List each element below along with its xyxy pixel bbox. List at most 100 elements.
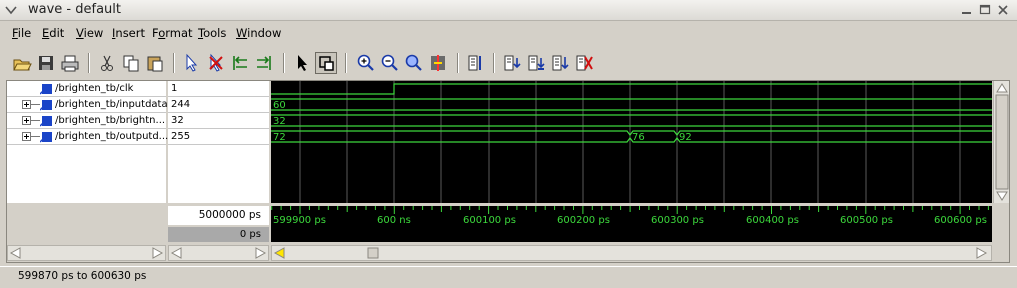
signal-value: 32	[168, 113, 269, 129]
brightness-wave	[271, 114, 992, 127]
menu-file[interactable]: File	[12, 26, 31, 40]
names-hscrollbar[interactable]	[7, 245, 166, 261]
cursor-time: 0 ps	[168, 227, 269, 242]
toolbar-separator	[345, 53, 347, 73]
paste-icon[interactable]	[144, 52, 166, 74]
values-hscrollbar[interactable]	[168, 245, 269, 261]
zoom-in-icon[interactable]	[355, 52, 377, 74]
signal-icon	[40, 116, 52, 127]
delete-cursor-icon[interactable]	[573, 52, 595, 74]
toolbar	[0, 48, 1017, 78]
status-bar: 599870 ps to 600630 ps	[0, 266, 1017, 288]
maximize-icon[interactable]	[978, 3, 992, 17]
now-time: 5000000 ps	[168, 206, 269, 225]
inputdata-wave	[271, 98, 992, 111]
prev-edge-icon[interactable]	[229, 52, 251, 74]
menu-window[interactable]: Window	[236, 26, 281, 40]
signal-name: /brighten_tb/inputdata	[55, 99, 168, 110]
expand-icon[interactable]	[22, 100, 31, 109]
vertical-scrollbar[interactable]	[993, 81, 1009, 203]
brightness-wave-label: 32	[273, 116, 286, 127]
output-wave-label: 76	[632, 132, 645, 143]
toolbar-separator	[173, 53, 175, 73]
time-ruler-label: 600600 ps	[934, 215, 987, 226]
signal-row[interactable]: /brighten_tb/clk	[7, 81, 166, 97]
vertical-scroll-thumb[interactable]	[995, 94, 1009, 190]
window-menu-icon[interactable]	[4, 3, 18, 17]
copy-icon[interactable]	[120, 52, 142, 74]
signal-row[interactable]: /brighten_tb/brightn...	[7, 113, 166, 129]
toolbar-separator	[493, 53, 495, 73]
wave-hscrollbar[interactable]	[271, 245, 992, 261]
find-signal-icon[interactable]	[181, 52, 203, 74]
open-icon[interactable]	[11, 52, 33, 74]
menu-format[interactable]: Format	[152, 26, 193, 40]
scroll-up-icon[interactable]	[996, 83, 1008, 93]
toolbar-separator	[88, 53, 90, 73]
time-ruler-label: 600100 ps	[463, 215, 516, 226]
output-wave-label: 92	[679, 132, 692, 143]
inputdata-wave-label: 60	[273, 100, 286, 111]
menu-edit[interactable]: Edit	[42, 26, 64, 40]
menu-view[interactable]: View	[76, 26, 103, 40]
scroll-right-icon[interactable]	[976, 247, 988, 259]
signal-icon	[40, 100, 52, 111]
scroll-down-icon[interactable]	[996, 191, 1008, 201]
tree-line	[31, 120, 40, 121]
signal-value: 255	[168, 129, 269, 145]
scroll-right-icon[interactable]	[152, 247, 164, 259]
menu-tools[interactable]: Tools	[198, 26, 226, 40]
close-icon[interactable]	[996, 3, 1010, 17]
waveform-canvas[interactable]: 60 32 72 76 92	[271, 81, 992, 203]
cut-icon[interactable]	[96, 52, 118, 74]
signal-row[interactable]: /brighten_tb/outputd...	[7, 129, 169, 145]
expand-icon[interactable]	[22, 132, 31, 141]
zoom-out-icon[interactable]	[379, 52, 401, 74]
cursor-icon[interactable]	[427, 52, 449, 74]
tree-line	[31, 136, 40, 137]
signal-name: /brighten_tb/clk	[55, 83, 134, 94]
time-ruler-label: 600 ns	[377, 215, 411, 226]
visible-range: 599870 ps to 600630 ps	[18, 270, 147, 282]
window-titlebar: wave - default	[0, 0, 1017, 21]
signal-name-pane[interactable]: /brighten_tb/clk /brighten_tb/inputdata …	[7, 81, 169, 203]
time-ruler-label: 600200 ps	[557, 215, 610, 226]
signal-value: 1	[168, 81, 269, 97]
select-pointer-icon[interactable]	[291, 52, 313, 74]
signal-value: 244	[168, 97, 269, 113]
toolbar-separator	[457, 53, 459, 73]
insert-signal-icon[interactable]	[501, 52, 523, 74]
insert-group-icon[interactable]	[549, 52, 571, 74]
output-wave-label: 72	[273, 132, 286, 143]
wave-scroll-thumb[interactable]	[367, 247, 379, 259]
signal-row[interactable]: /brighten_tb/inputdata	[7, 97, 168, 113]
time-ruler-label: 600300 ps	[651, 215, 704, 226]
save-icon[interactable]	[35, 52, 57, 74]
signal-name: /brighten_tb/brightn...	[55, 115, 166, 126]
scroll-left-icon[interactable]	[273, 247, 285, 259]
signal-value-pane[interactable]: 1 244 32 255	[168, 81, 269, 203]
insert-divider-icon[interactable]	[465, 52, 487, 74]
zoom-full-icon[interactable]	[403, 52, 425, 74]
print-icon[interactable]	[59, 52, 81, 74]
expand-icon[interactable]	[22, 116, 31, 125]
menu-insert[interactable]: Insert	[112, 26, 145, 40]
time-ruler[interactable]: 599900 ps 600 ns 600100 ps 600200 ps 600…	[271, 206, 992, 242]
time-ruler-label: 600400 ps	[746, 215, 799, 226]
signal-icon	[40, 132, 52, 143]
menu-bar: File Edit View Insert Format Tools Windo…	[0, 22, 1017, 44]
scroll-left-icon[interactable]	[9, 247, 21, 259]
delete-icon[interactable]	[205, 52, 227, 74]
clk-wave	[271, 83, 992, 95]
minimize-icon[interactable]	[960, 3, 974, 17]
scroll-left-icon[interactable]	[170, 247, 182, 259]
scroll-right-icon[interactable]	[255, 247, 267, 259]
signal-name: /brighten_tb/outputd...	[55, 131, 169, 142]
window-title: wave - default	[28, 2, 121, 17]
zoom-mode-icon[interactable]	[315, 52, 337, 74]
signal-icon	[40, 84, 52, 95]
cursor-name-pane	[7, 206, 166, 242]
next-edge-icon[interactable]	[253, 52, 275, 74]
time-ruler-label: 599900 ps	[273, 215, 326, 226]
insert-breakpoint-icon[interactable]	[525, 52, 547, 74]
